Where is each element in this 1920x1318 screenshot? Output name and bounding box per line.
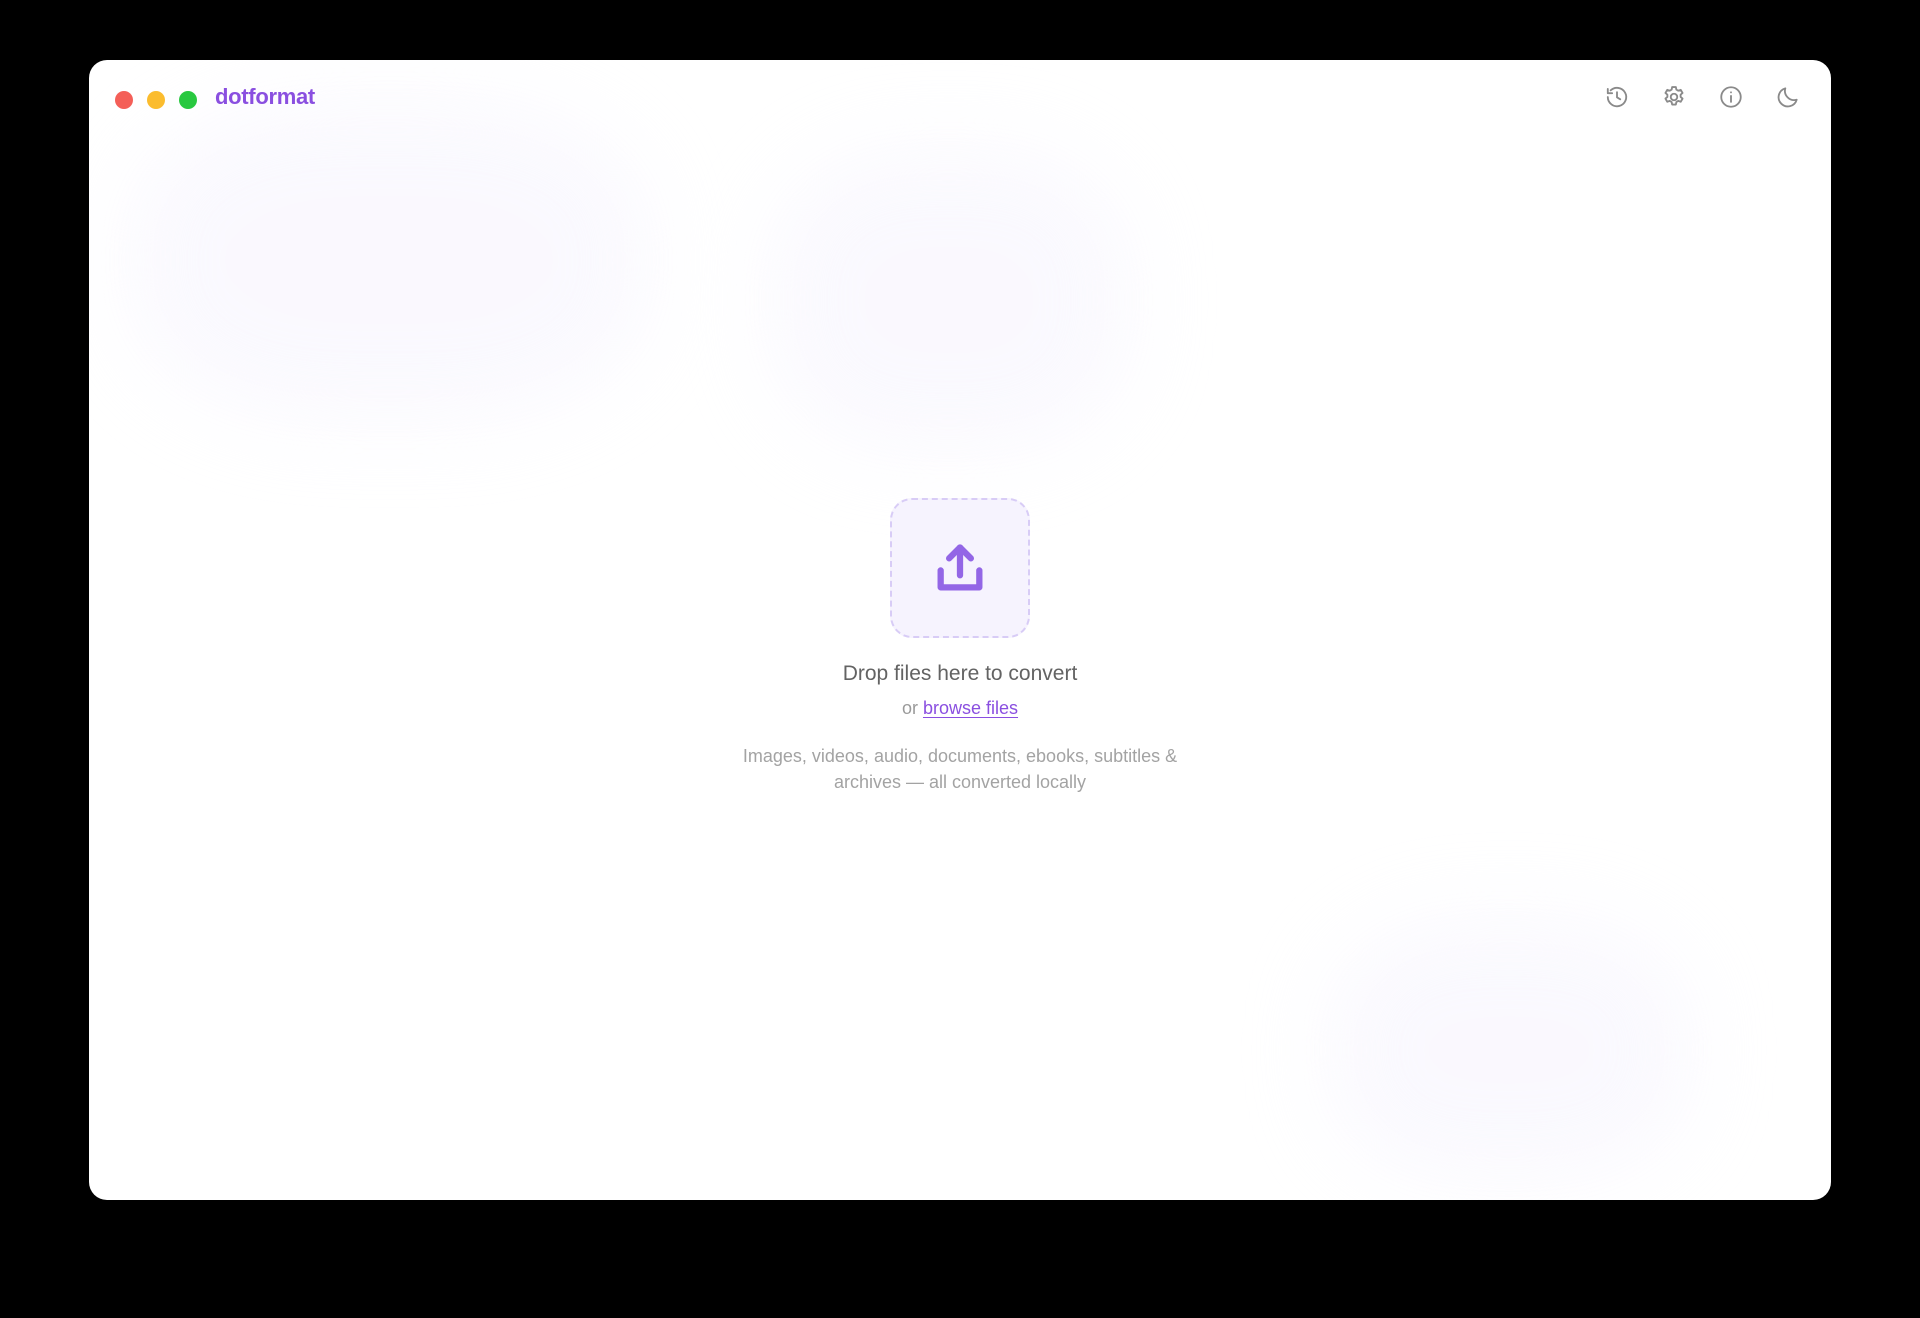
supported-formats-text: Images, videos, audio, documents, ebooks… bbox=[742, 746, 1178, 792]
app-title: dotformat bbox=[215, 84, 315, 109]
history-icon bbox=[1606, 86, 1628, 108]
gear-icon bbox=[1664, 86, 1684, 106]
toolbar bbox=[1601, 81, 1804, 113]
title-bar: dotformat bbox=[89, 60, 1831, 140]
zoom-window-button[interactable] bbox=[179, 91, 197, 109]
about-button[interactable] bbox=[1715, 81, 1747, 113]
settings-button[interactable] bbox=[1658, 81, 1690, 113]
browse-files-link[interactable]: browse files bbox=[923, 698, 1018, 718]
moon-icon bbox=[1777, 87, 1798, 108]
upload-icon bbox=[937, 544, 983, 591]
background-decoration bbox=[1329, 920, 1689, 1180]
history-button[interactable] bbox=[1601, 81, 1633, 113]
drop-tile[interactable] bbox=[890, 498, 1030, 638]
background-decoration bbox=[769, 150, 1129, 450]
background-decoration bbox=[129, 100, 649, 420]
drop-subtitle: or browse files bbox=[902, 698, 1018, 719]
drop-zone[interactable]: Drop files here to convert or browse fil… bbox=[89, 498, 1831, 795]
or-text: or bbox=[901, 698, 918, 718]
close-window-button[interactable] bbox=[115, 91, 133, 109]
minimize-window-button[interactable] bbox=[147, 91, 165, 109]
theme-toggle-button[interactable] bbox=[1772, 81, 1804, 113]
app-window: dotformat Drop files here to convert or … bbox=[89, 60, 1831, 1200]
drop-title: Drop files here to convert bbox=[842, 662, 1078, 685]
info-icon bbox=[1720, 86, 1742, 108]
